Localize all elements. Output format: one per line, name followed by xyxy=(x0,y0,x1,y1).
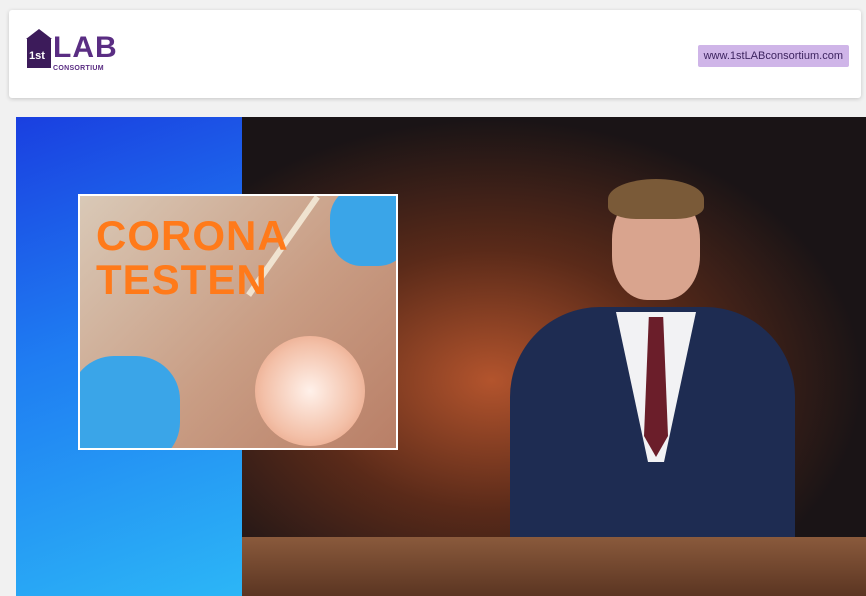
image-title-line1: CORONA xyxy=(96,212,289,259)
website-url-link[interactable]: www.1stLABconsortium.com xyxy=(697,45,849,67)
site-logo[interactable]: 1st LAB CONSORTIUM xyxy=(26,29,127,82)
glove-right-shape xyxy=(330,196,396,266)
virus-shape xyxy=(255,336,365,446)
presenter-hair xyxy=(608,179,704,219)
corona-testen-image: CORONA TESTEN xyxy=(78,194,398,450)
site-header: 1st LAB CONSORTIUM www.1stLABconsortium.… xyxy=(9,10,861,98)
logo-wordmark: LAB xyxy=(53,31,118,64)
glove-left-shape xyxy=(80,356,180,448)
logo-house-icon: 1st xyxy=(26,29,52,68)
video-frame[interactable]: CORONA TESTEN xyxy=(16,117,866,596)
studio-desk xyxy=(242,537,866,596)
logo-number: 1st xyxy=(29,50,45,62)
image-title-line2: TESTEN xyxy=(96,256,268,303)
logo-subtitle: CONSORTIUM xyxy=(53,65,104,72)
